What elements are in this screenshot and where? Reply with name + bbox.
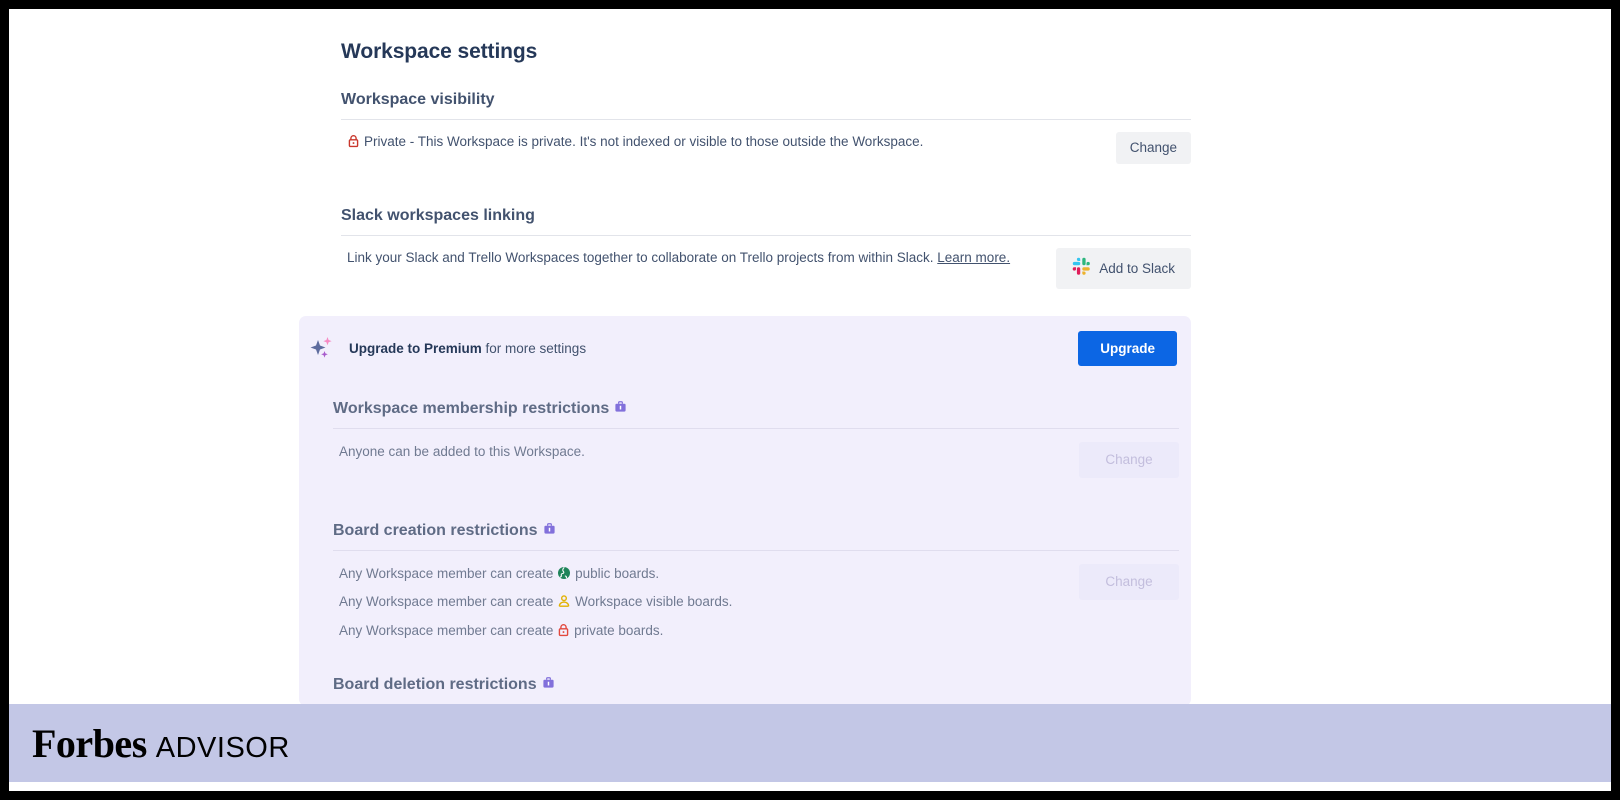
workspace-visibility-text: Private - This Workspace is private. It'… [364, 134, 924, 149]
slack-learn-more-link[interactable]: Learn more. [937, 250, 1010, 265]
change-membership-button[interactable]: Change [1079, 442, 1179, 479]
globe-icon [557, 566, 571, 580]
section-heading-board-deletion-restrictions: Board deletion restrictions [333, 676, 1179, 694]
forbes-advisor-footer: Forbes ADVISOR [9, 704, 1611, 782]
premium-banner: Upgrade to Premium for more settings Upg… [299, 316, 1191, 380]
section-heading-board-creation-restrictions: Board creation restrictions [333, 522, 1179, 540]
membership-restrictions-row: Anyone can be added to this Workspace. C… [333, 429, 1179, 479]
workspace-visibility-description: Private - This Workspace is private. It'… [341, 132, 923, 153]
premium-banner-bold: Upgrade to Premium [349, 340, 482, 356]
premium-upsell-panel: Upgrade to Premium for more settings Upg… [299, 316, 1191, 706]
board-creation-workspace-prefix: Any Workspace member can create [339, 594, 558, 610]
forbes-advisor-logo: Forbes ADVISOR [32, 720, 290, 767]
settings-column: Workspace settings Workspace visibility … [341, 9, 1191, 290]
membership-restrictions-text: Anyone can be added to this Workspace. [339, 444, 585, 459]
board-creation-heading-label: Board creation restrictions [333, 522, 538, 540]
premium-locked-sections: Workspace membership restrictions Anyone… [299, 400, 1191, 694]
board-creation-restrictions-row: Any Workspace member can create public b… [333, 551, 1179, 641]
board-creation-workspace-suffix: Workspace visible boards. [575, 594, 733, 610]
slack-linking-row: Link your Slack and Trello Workspaces to… [341, 236, 1191, 290]
page-background-strip [9, 690, 290, 704]
add-to-slack-label: Add to Slack [1099, 260, 1175, 276]
change-board-creation-button[interactable]: Change [1079, 564, 1179, 601]
lock-icon [347, 134, 360, 148]
lock-icon [557, 623, 570, 637]
slack-icon [1072, 257, 1091, 280]
change-visibility-button[interactable]: Change [1115, 132, 1191, 165]
premium-banner-text: Upgrade to Premium for more settings [349, 341, 586, 356]
board-creation-public-suffix: public boards. [575, 566, 660, 582]
premium-badge-icon [614, 400, 627, 418]
section-heading-slack-linking: Slack workspaces linking [341, 207, 535, 225]
premium-badge-icon [543, 522, 556, 540]
sparkle-icon [307, 331, 341, 365]
workspace-visible-icon [557, 594, 571, 608]
workspace-visibility-row: Private - This Workspace is private. It'… [341, 120, 1191, 165]
slack-linking-text: Link your Slack and Trello Workspaces to… [347, 250, 938, 266]
section-heading-workspace-visibility: Workspace visibility [341, 91, 495, 108]
premium-badge-icon [542, 676, 555, 694]
page-title: Workspace settings [341, 40, 538, 63]
forbes-wordmark: Forbes [32, 720, 147, 766]
browser-viewport: Workspace settings Workspace visibility … [9, 9, 1611, 791]
board-creation-line-private: Any Workspace member can create private … [333, 621, 732, 641]
board-creation-line-workspace: Any Workspace member can create Workspac… [333, 592, 732, 612]
board-creation-line-public: Any Workspace member can create public b… [333, 564, 732, 584]
board-creation-private-prefix: Any Workspace member can create [339, 622, 558, 638]
advisor-wordmark: ADVISOR [155, 731, 290, 764]
board-creation-public-prefix: Any Workspace member can create [339, 566, 558, 582]
board-creation-lines: Any Workspace member can create public b… [333, 564, 732, 641]
membership-heading-label: Workspace membership restrictions [333, 400, 610, 417]
upgrade-button[interactable]: Upgrade [1078, 330, 1177, 366]
section-heading-membership-restrictions: Workspace membership restrictions [333, 400, 1179, 418]
premium-banner-rest: for more settings [481, 340, 587, 356]
add-to-slack-button[interactable]: Add to Slack [1056, 248, 1191, 290]
board-creation-private-suffix: private boards. [574, 622, 664, 638]
board-deletion-heading-label: Board deletion restrictions [333, 675, 537, 693]
slack-linking-description: Link your Slack and Trello Workspaces to… [341, 248, 1010, 269]
